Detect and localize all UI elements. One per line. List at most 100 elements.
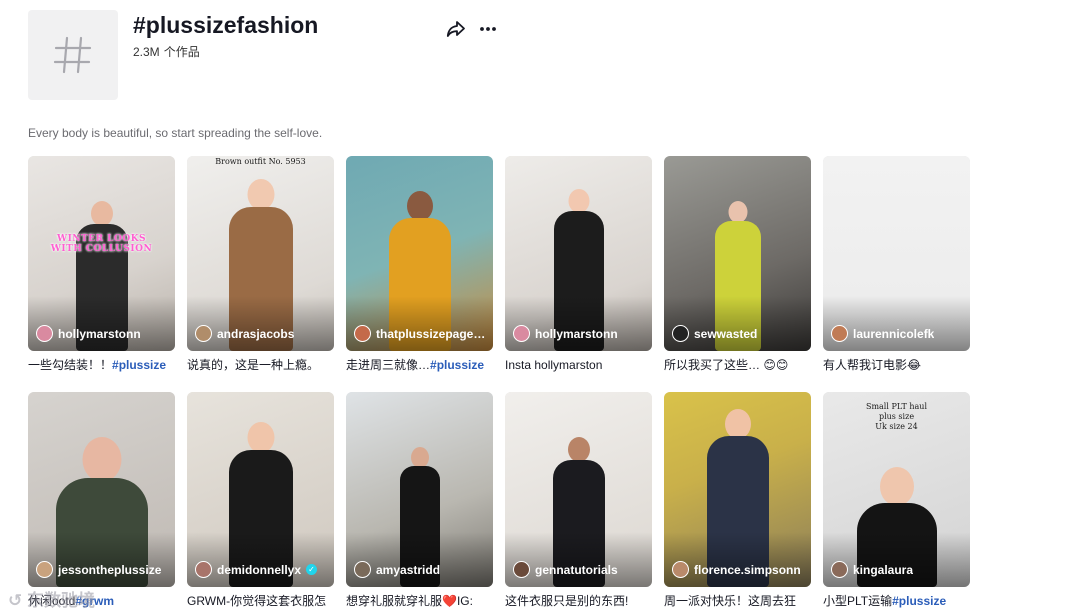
avatar[interactable] [513, 561, 530, 578]
hashtag-header: #plussizefashion 2.3M 个作品 [28, 10, 528, 102]
thumbnail-shade [28, 296, 175, 351]
video-thumbnail[interactable]: laurennicolefk [823, 156, 970, 351]
video-caption[interactable]: GRWM-你觉得这套衣服怎 [187, 594, 334, 609]
author-name[interactable]: gennatutorials [535, 563, 618, 577]
hash-icon [53, 36, 92, 74]
share-icon [446, 21, 465, 37]
author-link[interactable]: hollymarstonn [513, 325, 618, 342]
video-thumbnail[interactable]: amyastridd [346, 392, 493, 587]
author-name[interactable]: laurennicolefk [853, 327, 934, 341]
caption-text: 想穿礼服就穿礼服❤️IG: [346, 594, 473, 608]
author-name[interactable]: sewwasted [694, 327, 757, 341]
video-thumbnail[interactable]: Brown outfit No. 5953 andrasjacobs [187, 156, 334, 351]
video-count-unit: 个作品 [163, 45, 200, 59]
video-caption[interactable]: 一些勾结装！！#plussize [28, 358, 175, 373]
caption-text: 小型PLT运输 [823, 594, 893, 608]
author-link[interactable]: demidonnellyx ✓ [195, 561, 318, 578]
caption-hashtag-link[interactable]: #plussize [430, 358, 484, 372]
video-thumbnail[interactable]: gennatutorials [505, 392, 652, 587]
caption-text: 说真的，这是一种上瘾。 [187, 358, 320, 372]
author-name[interactable]: demidonnellyx [217, 563, 301, 577]
page-title: #plussizefashion [133, 12, 319, 38]
video-overlay-text: Small PLT haul plus size Uk size 24 [865, 402, 928, 431]
author-name[interactable]: kingalaura [853, 563, 913, 577]
author-name[interactable]: hollymarstonn [535, 327, 618, 341]
more-button[interactable] [476, 18, 500, 40]
author-link[interactable]: sewwasted [672, 325, 757, 342]
avatar[interactable] [195, 561, 212, 578]
thumbnail-shade [505, 296, 652, 351]
caption-text: 一些勾结装！！ [28, 358, 113, 372]
video-card[interactable]: WINTER LOOKS WITH COLLUSION hollymarstonn… [28, 156, 175, 373]
video-card[interactable]: laurennicolefk 有人帮我订电影😂 [823, 156, 970, 373]
author-link[interactable]: kingalaura [831, 561, 913, 578]
author-link[interactable]: florence.simpsonn [672, 561, 801, 578]
caption-text: Insta hollymarston [505, 358, 603, 372]
video-caption[interactable]: 周一派对快乐！这周去狂 [664, 594, 811, 609]
caption-text: 所以我买了这些… 😊😊 [664, 358, 789, 372]
video-card[interactable]: jessontheplussize 休闲ootd#grwm [28, 392, 175, 609]
author-link[interactable]: gennatutorials [513, 561, 618, 578]
share-button[interactable] [444, 18, 468, 40]
avatar[interactable] [36, 561, 53, 578]
author-link[interactable]: jessontheplussize [36, 561, 161, 578]
author-name[interactable]: hollymarstonn [58, 327, 141, 341]
avatar[interactable] [831, 325, 848, 342]
author-link[interactable]: amyastridd [354, 561, 440, 578]
avatar[interactable] [672, 561, 689, 578]
video-thumbnail[interactable]: jessontheplussize [28, 392, 175, 587]
author-name[interactable]: thatplussizepage… [376, 327, 485, 341]
video-card[interactable]: florence.simpsonn 周一派对快乐！这周去狂 [664, 392, 811, 609]
caption-text: 走进周三就像… [346, 358, 431, 372]
video-card[interactable]: demidonnellyx ✓ GRWM-你觉得这套衣服怎 [187, 392, 334, 609]
video-caption[interactable]: 说真的，这是一种上瘾。 [187, 358, 334, 373]
video-overlay-text: Brown outfit No. 5953 [215, 157, 306, 166]
video-card[interactable]: thatplussizepage… 走进周三就像…#plussize [346, 156, 493, 373]
thumbnail-shade [28, 532, 175, 587]
video-caption[interactable]: 有人帮我订电影😂 [823, 358, 970, 373]
hashtag-cover [28, 10, 118, 100]
author-name[interactable]: florence.simpsonn [694, 563, 801, 577]
avatar[interactable] [354, 561, 371, 578]
author-link[interactable]: laurennicolefk [831, 325, 934, 342]
thumbnail-shade [346, 296, 493, 351]
author-link[interactable]: thatplussizepage… [354, 325, 485, 342]
avatar[interactable] [195, 325, 212, 342]
avatar[interactable] [36, 325, 53, 342]
caption-text: GRWM-你觉得这套衣服怎 [187, 594, 327, 608]
video-thumbnail[interactable]: hollymarstonn [505, 156, 652, 351]
avatar[interactable] [831, 561, 848, 578]
thumbnail-shade [505, 532, 652, 587]
more-dots-icon [480, 27, 496, 31]
avatar[interactable] [354, 325, 371, 342]
video-card[interactable]: Small PLT haul plus size Uk size 24 kinga… [823, 392, 970, 609]
author-name[interactable]: andrasjacobs [217, 327, 294, 341]
video-caption[interactable]: Insta hollymarston [505, 358, 652, 373]
video-thumbnail[interactable]: WINTER LOOKS WITH COLLUSION hollymarstonn [28, 156, 175, 351]
video-caption[interactable]: 小型PLT运输#plussize [823, 594, 970, 609]
author-link[interactable]: andrasjacobs [195, 325, 294, 342]
caption-text: 周一派对快乐！这周去狂 [664, 594, 797, 608]
caption-hashtag-link[interactable]: #plussize [892, 594, 946, 608]
video-thumbnail[interactable]: thatplussizepage… [346, 156, 493, 351]
avatar[interactable] [672, 325, 689, 342]
video-thumbnail[interactable]: sewwasted [664, 156, 811, 351]
video-caption[interactable]: 所以我买了这些… 😊😊 [664, 358, 811, 373]
video-thumbnail[interactable]: Small PLT haul plus size Uk size 24 kinga… [823, 392, 970, 587]
video-card[interactable]: Brown outfit No. 5953 andrasjacobs 说真的，这是一… [187, 156, 334, 373]
video-thumbnail[interactable]: florence.simpsonn [664, 392, 811, 587]
video-card[interactable]: amyastridd 想穿礼服就穿礼服❤️IG: [346, 392, 493, 609]
author-name[interactable]: jessontheplussize [58, 563, 161, 577]
thumbnail-shade [187, 296, 334, 351]
video-caption[interactable]: 想穿礼服就穿礼服❤️IG: [346, 594, 493, 609]
video-caption[interactable]: 这件衣服只是别的东西! [505, 594, 652, 609]
avatar[interactable] [513, 325, 530, 342]
video-card[interactable]: gennatutorials 这件衣服只是别的东西! [505, 392, 652, 609]
video-caption[interactable]: 走进周三就像…#plussize [346, 358, 493, 373]
caption-hashtag-link[interactable]: #plussize [112, 358, 166, 372]
author-link[interactable]: hollymarstonn [36, 325, 141, 342]
video-card[interactable]: hollymarstonn Insta hollymarston [505, 156, 652, 373]
author-name[interactable]: amyastridd [376, 563, 440, 577]
video-card[interactable]: sewwasted 所以我买了这些… 😊😊 [664, 156, 811, 373]
video-thumbnail[interactable]: demidonnellyx ✓ [187, 392, 334, 587]
